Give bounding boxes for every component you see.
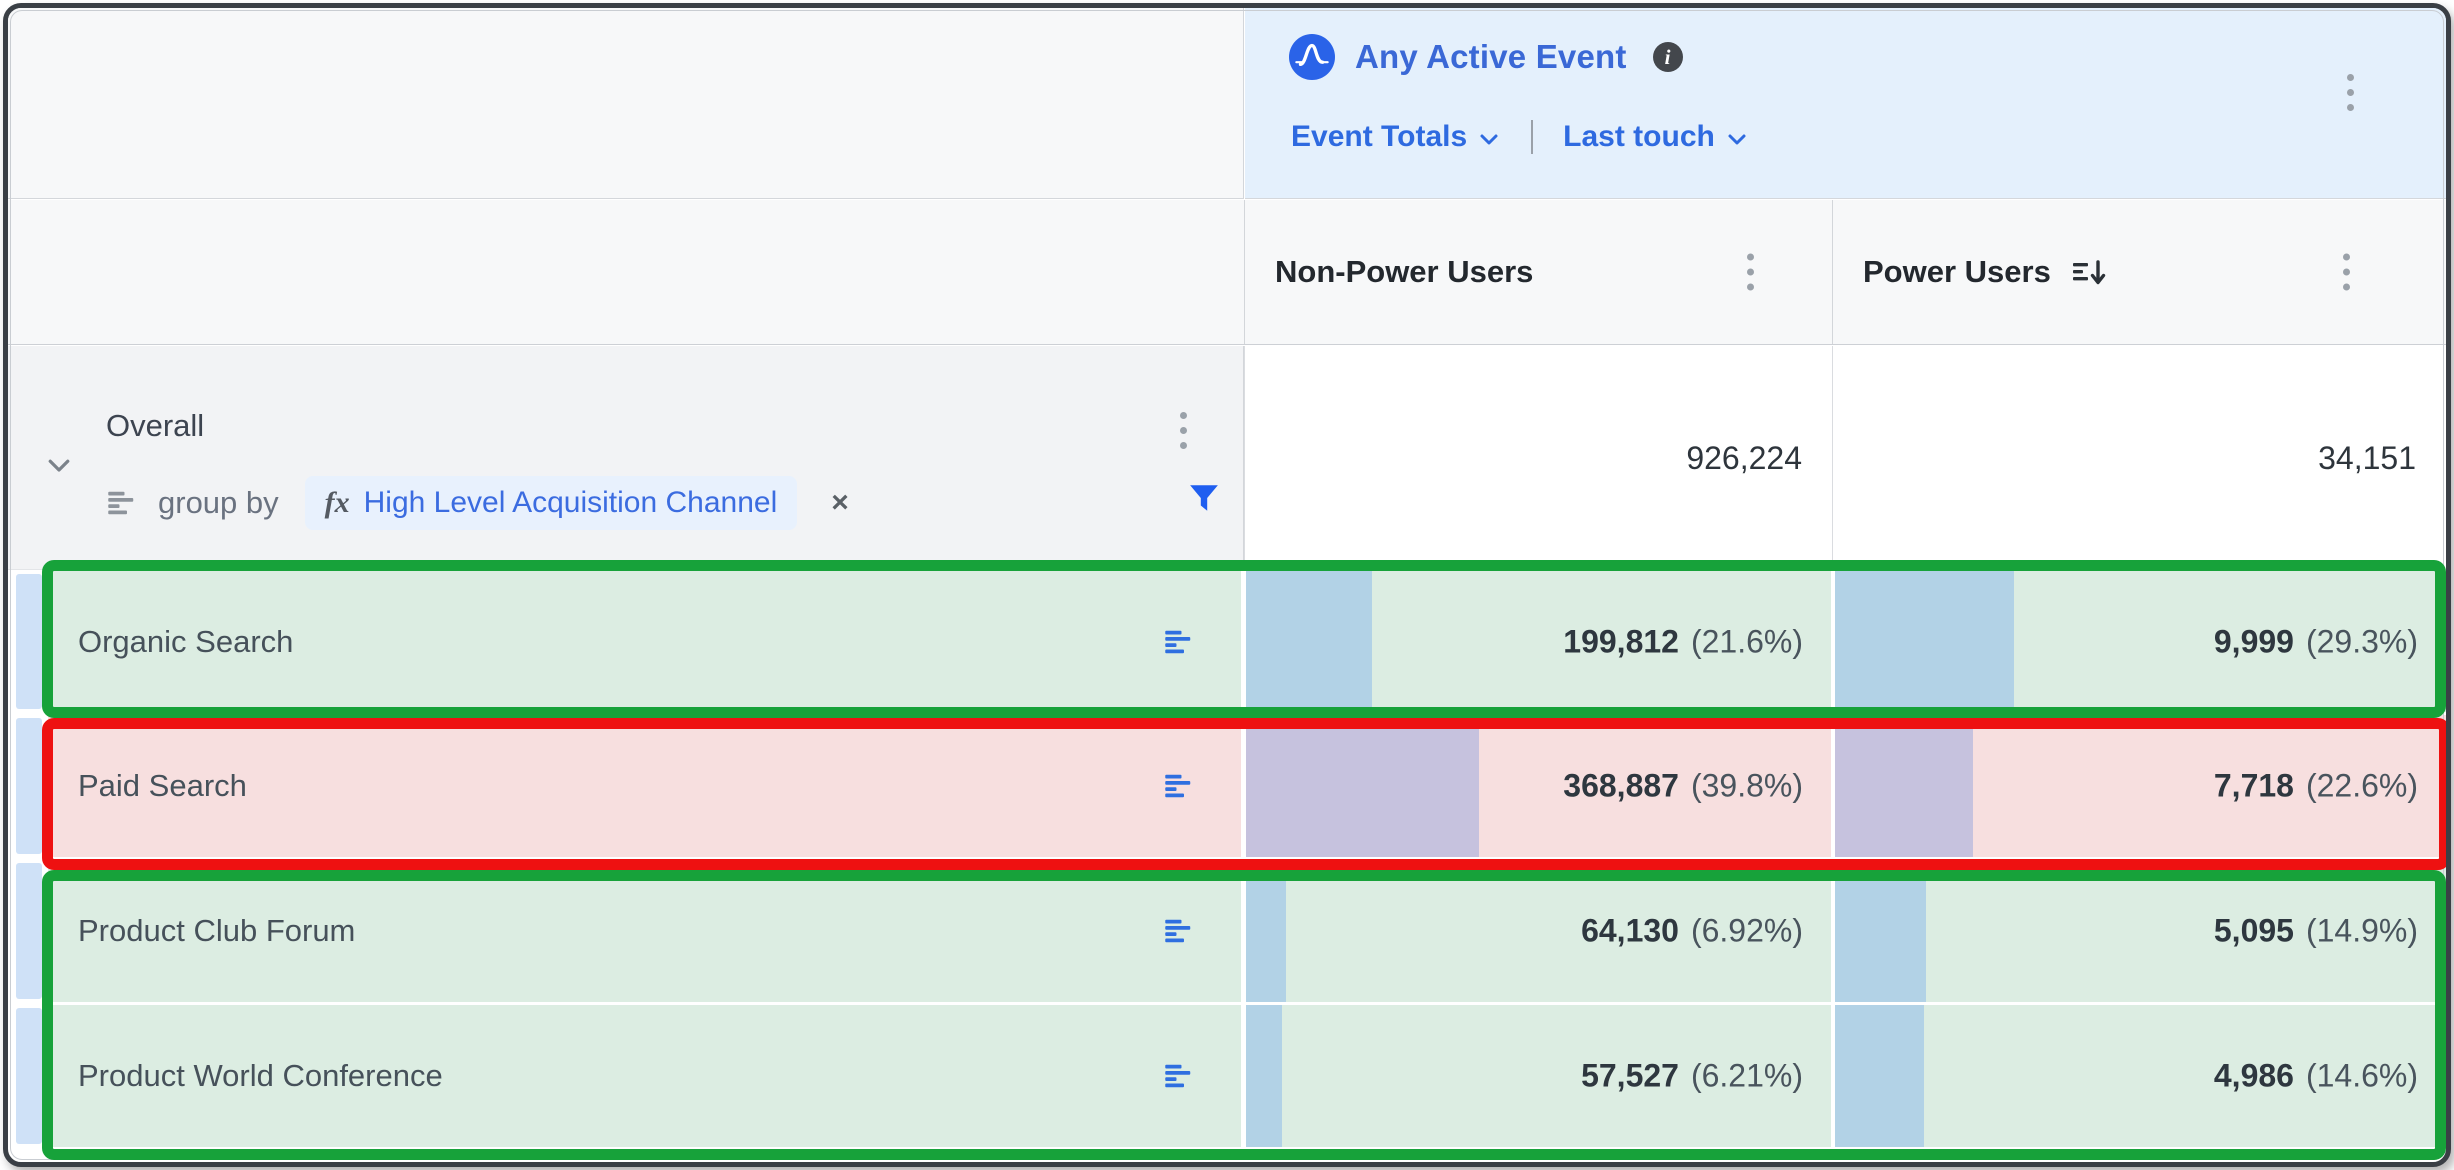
cell-percent: (22.6%) (2306, 768, 2418, 804)
row-label-cell[interactable]: Organic Search (48, 571, 1241, 712)
header-empty-cell (8, 8, 1244, 199)
cell-value-bar (1246, 571, 1372, 712)
remove-group-by-icon[interactable]: × (831, 486, 849, 520)
info-icon[interactable]: i (1653, 42, 1683, 72)
cell-value-bar (1246, 860, 1286, 1002)
attribution-dropdown[interactable]: Last touch (1563, 120, 1749, 154)
divider (1531, 120, 1533, 154)
cell-value-bar (1835, 715, 1973, 857)
cell-value: 199,812 (1563, 623, 1679, 659)
measure-dropdown[interactable]: Event Totals (1291, 120, 1501, 154)
cell-value-bar (1835, 1005, 1924, 1147)
amplitude-logo-icon (1289, 34, 1335, 80)
cell-value: 5,095 (2214, 913, 2294, 949)
series-color-chip[interactable] (16, 863, 42, 999)
overall-value-cell[interactable]: 34,151 (1832, 346, 2446, 570)
cell-value: 57,527 (1581, 1058, 1679, 1094)
group-by-chip[interactable]: fx High Level Acquisition Channel (305, 476, 798, 530)
row-label: Product World Conference (78, 1058, 443, 1094)
bar-chart-icon[interactable] (1163, 916, 1195, 946)
series-color-chip[interactable] (16, 574, 42, 709)
cell-value: 7,718 (2214, 768, 2294, 804)
metric-header: Any Active Event i Event Totals Last tou… (1245, 8, 2446, 199)
kebab-menu-icon[interactable] (1747, 254, 1754, 291)
table-frame: Any Active Event i Event Totals Last tou… (3, 3, 2451, 1167)
column-header-non-power-users[interactable]: Non-Power Users (1244, 200, 1832, 344)
data-cell[interactable]: 9,999 (29.3%) (1835, 571, 2446, 712)
series-color-chip[interactable] (16, 718, 42, 854)
data-cell[interactable]: 57,527 (6.21%) (1246, 1005, 1831, 1147)
table-row: Organic Search 199,812 (21.6%) 9,999 (29.3… (8, 571, 2446, 712)
row-label-cell[interactable]: Product Club Forum (48, 860, 1241, 1002)
overall-label: Overall (106, 408, 204, 444)
cell-percent: (14.9%) (2306, 913, 2418, 949)
series-color-chip[interactable] (16, 1008, 42, 1144)
row-label-cell[interactable]: Product World Conference (48, 1005, 1241, 1147)
table-row: Product Club Forum 64,130 (6.92%) 5,095 (1… (8, 860, 2446, 1002)
attribution-dropdown-label: Last touch (1563, 120, 1715, 154)
chevron-down-icon (1477, 127, 1501, 151)
cell-percent: (6.92%) (1691, 913, 1803, 949)
filter-funnel-icon[interactable] (1188, 482, 1220, 514)
cell-value-bar (1246, 1005, 1282, 1147)
column-label: Non-Power Users (1275, 254, 1533, 290)
cell-value: 64,130 (1581, 913, 1679, 949)
overall-value-cell[interactable]: 926,224 (1244, 346, 1832, 570)
metric-title[interactable]: Any Active Event (1355, 38, 1627, 76)
row-label-cell[interactable]: Paid Search (48, 715, 1241, 857)
kebab-menu-icon[interactable] (2343, 254, 2350, 291)
table-row: Product World Conference 57,527 (6.21%) 4… (8, 1005, 2446, 1147)
formula-fx-icon: fx (325, 486, 350, 520)
cell-percent: (6.21%) (1691, 1058, 1803, 1094)
cell-percent: (29.3%) (2306, 623, 2418, 659)
bar-chart-icon (106, 488, 138, 518)
data-cell[interactable]: 4,986 (14.6%) (1835, 1005, 2446, 1147)
bar-chart-icon[interactable] (1163, 771, 1195, 801)
cell-value-bar (1835, 860, 1926, 1002)
column-label: Power Users (1863, 254, 2051, 290)
kebab-menu-icon[interactable] (1180, 412, 1187, 449)
collapse-chevron-icon[interactable] (44, 450, 74, 485)
group-by-chip-label: High Level Acquisition Channel (364, 486, 778, 520)
cell-percent: (21.6%) (1691, 623, 1803, 659)
overall-label-cell: Overall group by fx High Leve (8, 346, 1244, 570)
row-label: Product Club Forum (78, 913, 355, 949)
row-label: Organic Search (78, 624, 293, 660)
data-cell[interactable]: 5,095 (14.9%) (1835, 860, 2446, 1002)
bar-chart-icon[interactable] (1163, 627, 1195, 657)
data-cell[interactable]: 7,718 (22.6%) (1835, 715, 2446, 857)
data-cell[interactable]: 199,812 (21.6%) (1246, 571, 1831, 712)
measure-dropdown-label: Event Totals (1291, 120, 1467, 154)
group-by-label: group by (158, 485, 279, 521)
column-header-power-users[interactable]: Power Users (1832, 200, 2446, 344)
cell-value: 9,999 (2214, 623, 2294, 659)
analytics-table-screenshot: Any Active Event i Event Totals Last tou… (0, 0, 2454, 1170)
chevron-down-icon (1725, 127, 1749, 151)
row-label: Paid Search (78, 768, 247, 804)
cell-percent: (14.6%) (2306, 1058, 2418, 1094)
bar-chart-icon[interactable] (1163, 1061, 1195, 1091)
data-cell[interactable]: 368,887 (39.8%) (1246, 715, 1831, 857)
column-header-row: Non-Power Users Power Users (8, 200, 2446, 345)
sort-descending-icon[interactable] (2071, 259, 2109, 289)
overall-value: 34,151 (2318, 440, 2416, 477)
overall-value: 926,224 (1686, 440, 1802, 477)
cell-value-bar (1246, 715, 1479, 857)
cell-value: 4,986 (2214, 1058, 2294, 1094)
cell-percent: (39.8%) (1691, 768, 1803, 804)
cell-value-bar (1835, 571, 2014, 712)
data-cell[interactable]: 64,130 (6.92%) (1246, 860, 1831, 1002)
table-row: Paid Search 368,887 (39.8%) 7,718 (22.6%) (8, 715, 2446, 857)
overall-row: Overall group by fx High Leve (8, 346, 2446, 570)
cell-value: 368,887 (1563, 768, 1679, 804)
kebab-menu-icon[interactable] (2347, 74, 2354, 111)
